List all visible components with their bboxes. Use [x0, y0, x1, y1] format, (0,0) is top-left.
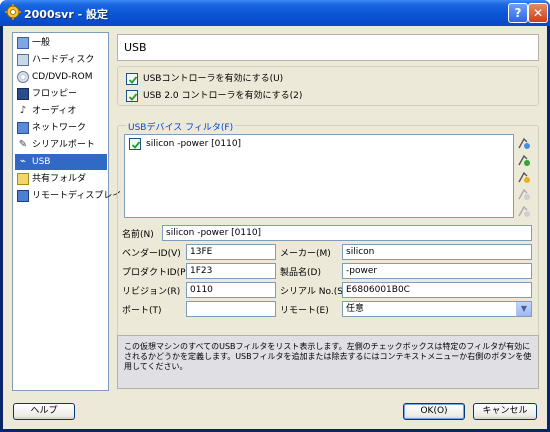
- settings-category-list[interactable]: 一般 ハードディスク CD/DVD-ROM フロッピー ♪ オーディオ ネットワ…: [12, 32, 121, 391]
- port-label: ポート(T): [122, 306, 162, 316]
- sidebar-item-floppy[interactable]: フロッピー: [15, 86, 107, 102]
- remote-label: リモート(E): [280, 306, 329, 316]
- sidebar-item-label: CD/DVD-ROM: [32, 72, 93, 82]
- cancel-button[interactable]: キャンセル: [473, 403, 537, 420]
- sidebar-item-remote-display[interactable]: リモートディスプレイ: [15, 188, 121, 204]
- title-help-button[interactable]: ?: [508, 3, 528, 23]
- title-bar[interactable]: 2000svr - 設定 ? ✕: [0, 0, 550, 26]
- enable-usb2-checkbox[interactable]: [126, 90, 138, 102]
- sidebar-item-label: リモートディスプレイ: [32, 191, 122, 201]
- product-id-field[interactable]: 1F23: [186, 263, 276, 279]
- ok-button[interactable]: OK(O): [403, 403, 465, 420]
- sidebar-item-label: 一般: [32, 38, 51, 48]
- sidebar-item-general[interactable]: 一般: [15, 35, 107, 51]
- sidebar-item-usb[interactable]: ⌁ USB: [15, 154, 107, 170]
- sidebar-item-label: フロッピー: [32, 89, 78, 99]
- filter-enabled-checkbox[interactable]: [129, 138, 141, 150]
- floppy-icon: [17, 88, 29, 100]
- sidebar-item-label: オーディオ: [32, 106, 77, 116]
- sidebar-item-label: USB: [32, 157, 51, 167]
- sidebar-item-network[interactable]: ネットワーク: [15, 120, 107, 136]
- port-field[interactable]: [186, 301, 276, 317]
- name-label: 名前(N): [122, 230, 154, 240]
- chevron-down-icon[interactable]: ▼: [516, 302, 531, 316]
- audio-icon: ♪: [19, 105, 27, 116]
- sidebar-item-harddisk[interactable]: ハードディスク: [15, 52, 107, 68]
- product-id-label: プロダクトID(P): [122, 268, 190, 278]
- usb-filters-group: USBデバイス フィルタ(F) silicon -power [0110] 名前…: [117, 120, 539, 350]
- enable-usb-label: USBコントローラを有効にする(U): [143, 74, 284, 84]
- title-close-button[interactable]: ✕: [528, 3, 548, 23]
- revision-label: リビジョン(R): [122, 287, 181, 297]
- gear-icon: [5, 4, 21, 20]
- remote-select[interactable]: 任意 ▼: [342, 301, 532, 317]
- serial-field[interactable]: E6806001B0C: [342, 282, 532, 298]
- usb-controller-group: USBコントローラを有効にする(U) USB 2.0 コントローラを有効にする(…: [117, 66, 539, 106]
- revision-field[interactable]: 0110: [186, 282, 276, 298]
- dialog-client-area: 一般 ハードディスク CD/DVD-ROM フロッピー ♪ オーディオ ネットワ…: [3, 26, 547, 429]
- product-field[interactable]: -power: [342, 263, 532, 279]
- manufacturer-field[interactable]: silicon: [342, 244, 532, 260]
- edit-filter-icon[interactable]: [516, 169, 532, 185]
- info-description: この仮想マシンのすべてのUSBフィルタをリスト表示します。左側のチェックボックス…: [124, 342, 532, 371]
- sidebar-item-label: ネットワーク: [32, 123, 87, 133]
- general-icon: [17, 37, 29, 49]
- network-icon: [17, 122, 29, 134]
- help-button[interactable]: ヘルプ: [13, 403, 75, 420]
- page-title: USB: [124, 41, 147, 54]
- sidebar-item-audio[interactable]: ♪ オーディオ: [15, 103, 107, 119]
- sidebar-item-label: 共有フォルダ: [32, 174, 87, 184]
- remote-display-icon: [17, 190, 29, 202]
- manufacturer-label: メーカー(M): [280, 249, 331, 259]
- window-title: 2000svr - 設定: [24, 8, 108, 21]
- filter-name: silicon -power [0110]: [146, 139, 242, 149]
- move-filter-icon[interactable]: [516, 203, 532, 219]
- enable-usb-checkbox[interactable]: [126, 73, 138, 85]
- harddisk-icon: [17, 54, 29, 66]
- usb-filters-group-label: USBデバイス フィルタ(F): [126, 120, 236, 133]
- serial-port-icon: ✎: [18, 139, 28, 150]
- remove-filter-icon[interactable]: [516, 186, 532, 202]
- list-item[interactable]: silicon -power [0110]: [129, 138, 329, 152]
- sidebar-item-cdrom[interactable]: CD/DVD-ROM: [15, 69, 107, 85]
- sidebar-item-label: シリアルポート: [32, 140, 95, 150]
- serial-label: シリアル No.(S): [280, 287, 347, 297]
- page-header: USB: [117, 34, 539, 61]
- cdrom-icon: [17, 71, 29, 83]
- remote-select-value: 任意: [346, 304, 365, 314]
- name-field[interactable]: silicon -power [0110]: [162, 225, 532, 241]
- add-from-device-icon[interactable]: [516, 152, 532, 168]
- sidebar-item-shared-folders[interactable]: 共有フォルダ: [15, 171, 107, 187]
- usb-icon: ⌁: [19, 156, 27, 167]
- sidebar-item-label: ハードディスク: [32, 55, 95, 65]
- vendor-id-field[interactable]: 13FE: [186, 244, 276, 260]
- add-filter-icon[interactable]: [516, 135, 532, 151]
- enable-usb2-label: USB 2.0 コントローラを有効にする(2): [143, 91, 303, 101]
- settings-window: 2000svr - 設定 ? ✕ 一般 ハードディスク CD/DVD-ROM フ…: [0, 0, 550, 432]
- product-label: 製品名(D): [280, 268, 321, 278]
- sidebar-item-serial-port[interactable]: ✎ シリアルポート: [15, 137, 107, 153]
- shared-folder-icon: [17, 173, 29, 185]
- vendor-id-label: ベンダーID(V): [122, 249, 181, 259]
- usb-filter-list[interactable]: silicon -power [0110]: [124, 134, 514, 218]
- info-panel: この仮想マシンのすべてのUSBフィルタをリスト表示します。左側のチェックボックス…: [117, 335, 539, 389]
